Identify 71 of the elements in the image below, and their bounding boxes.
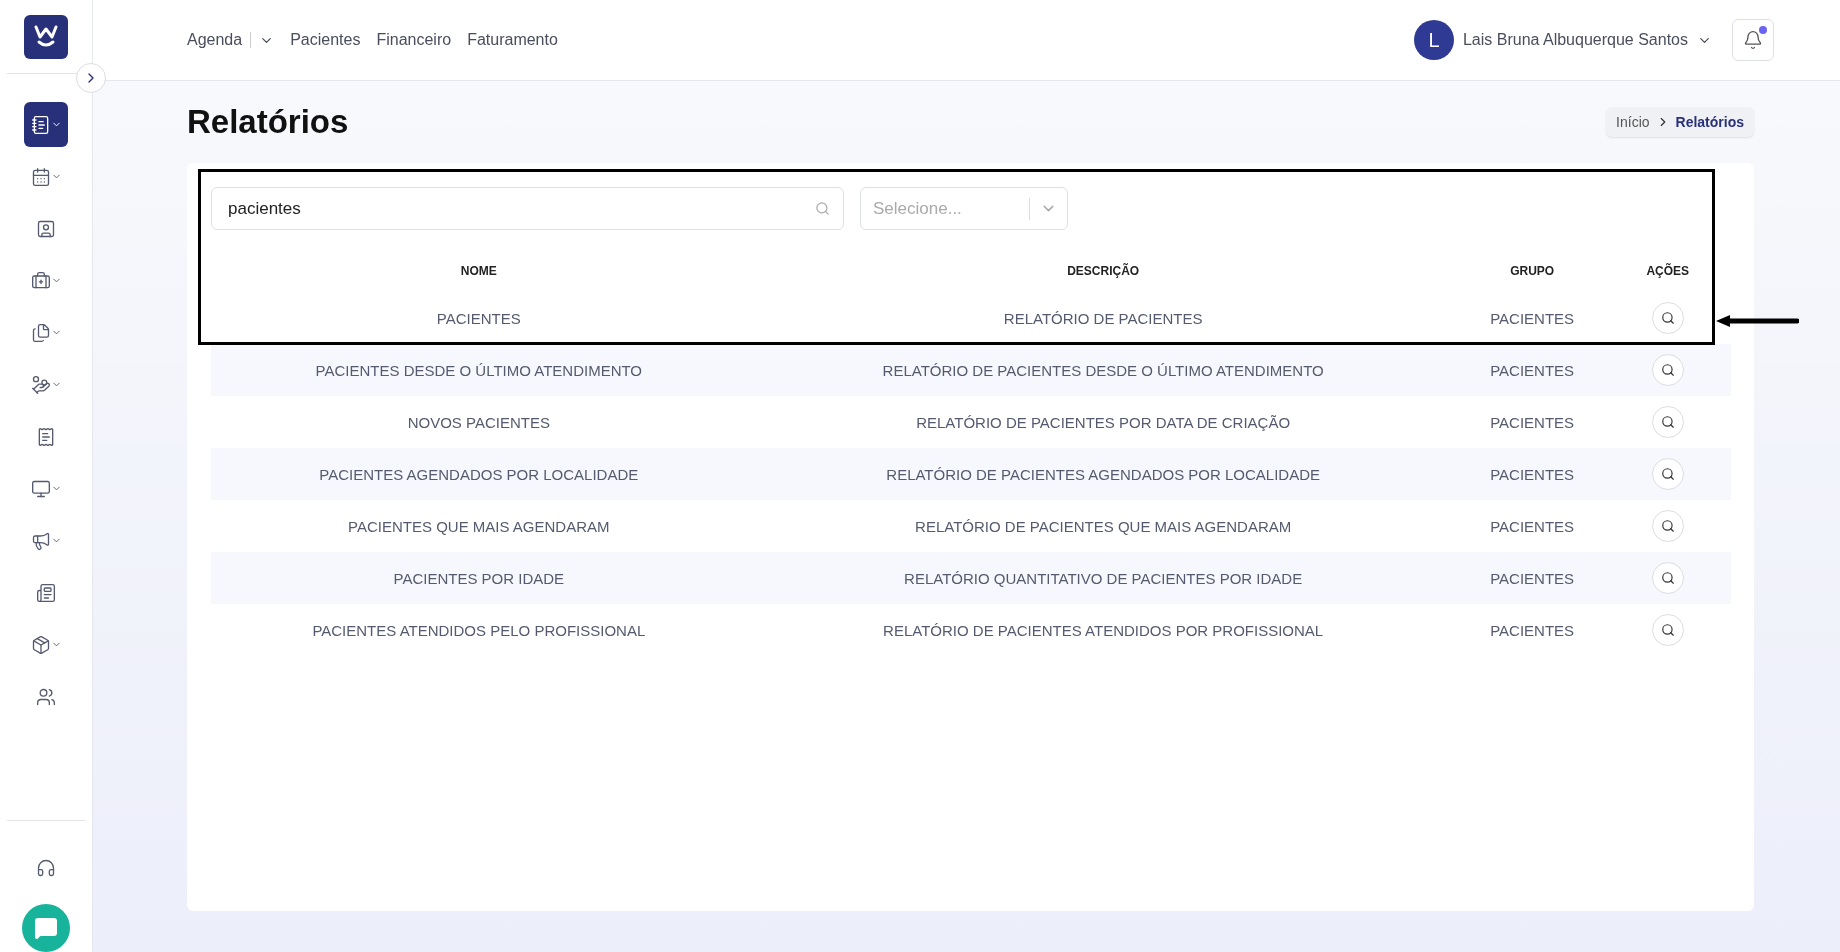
documents-icon	[30, 322, 51, 343]
table-cell: RELATÓRIO DE PACIENTES ATENDIDOS POR PROFISSIONAL	[883, 621, 1324, 639]
nav-link[interactable]: Financeiro	[376, 31, 452, 49]
user-name: Lais Bruna Albuquerque Santos	[1462, 31, 1688, 49]
search-button[interactable]	[1651, 354, 1684, 386]
notifications-button[interactable]	[1732, 19, 1774, 61]
table-cell: RELATÓRIO QUANTITATIVO DE PACIENTES POR IDADE	[904, 569, 1303, 587]
table-cell: PACIENTES	[1490, 465, 1575, 483]
search-button[interactable]	[1651, 614, 1684, 646]
search-icon	[1660, 311, 1675, 325]
table-cell: RELATÓRIO DE PACIENTES AGENDADOS POR LOCALIDADE	[886, 465, 1320, 483]
table-cell: PACIENTES	[1490, 517, 1575, 535]
search-button[interactable]	[1651, 458, 1684, 490]
table-cell: NOVOS PACIENTES	[407, 413, 550, 431]
search-icon	[1660, 415, 1675, 429]
search-button[interactable]	[1651, 406, 1684, 438]
breadcrumb-link[interactable]: Relatórios	[1675, 114, 1744, 130]
nav-link[interactable]: Agenda	[187, 31, 275, 49]
table-cell: PACIENTES	[1490, 309, 1575, 327]
table-cell: RELATÓRIO DE PACIENTES	[1003, 309, 1203, 327]
medical-case-icon	[30, 270, 51, 291]
chat-bubble-icon	[34, 916, 58, 940]
table-cell: PACIENTES QUE MAIS AGENDARAM	[348, 517, 610, 535]
search-button[interactable]	[1651, 510, 1684, 542]
table-cell: PACIENTES	[1490, 569, 1575, 587]
table-cell: RELATÓRIO DE PACIENTES QUE MAIS AGENDARAM	[915, 517, 1292, 535]
table-cell: PACIENTES	[1490, 413, 1575, 431]
table-cell: PACIENTES	[436, 309, 521, 327]
chat-button[interactable]	[22, 904, 70, 952]
table-cell: PACIENTES	[1490, 361, 1575, 379]
users-icon	[36, 686, 56, 707]
megaphone-icon	[30, 530, 51, 551]
table-cell: RELATÓRIO DE PACIENTES DESDE O ÚLTIMO ATENDIMENTO	[882, 361, 1324, 379]
user-menu[interactable]: L Lais Bruna Albuquerque Santos	[1413, 20, 1712, 60]
notebook-icon	[30, 114, 51, 135]
bell-icon	[1743, 30, 1763, 50]
search-icon	[1660, 623, 1675, 637]
page-title: Relatórios	[187, 103, 349, 141]
table-cell: PACIENTES ATENDIDOS PELO PROFISSIONAL	[312, 621, 646, 639]
calendar-icon	[30, 166, 51, 187]
package-icon	[30, 634, 51, 655]
headset-icon	[36, 857, 56, 878]
search-button[interactable]	[1651, 562, 1684, 594]
sidebar-toggle-button[interactable]	[76, 63, 106, 93]
search-field[interactable]: pacientes	[211, 187, 844, 230]
search-button[interactable]	[1651, 302, 1684, 334]
column-header: DESCRIÇÃO	[1067, 264, 1140, 278]
monitor-icon	[30, 478, 51, 499]
sidebar-item[interactable]	[24, 102, 68, 147]
nav-link[interactable]: Faturamento	[467, 31, 558, 49]
nav-link[interactable]: Pacientes	[290, 31, 361, 49]
newspaper-icon	[36, 582, 56, 603]
hand-coins-icon	[30, 374, 51, 395]
table-cell: PACIENTES AGENDADOS POR LOCALIDADE	[319, 465, 639, 483]
search-icon	[1660, 467, 1675, 481]
table-cell: PACIENTES DESDE O ÚLTIMO ATENDIMENTO	[315, 361, 643, 379]
app-logo[interactable]	[24, 15, 68, 59]
search-icon	[815, 201, 830, 216]
notification-dot	[1759, 26, 1767, 34]
contact-card-icon	[36, 218, 56, 239]
column-header: GRUPO	[1510, 264, 1555, 278]
breadcrumb-link[interactable]: Início	[1616, 114, 1650, 130]
user-avatar: L	[1413, 20, 1454, 60]
column-header: AÇÕES	[1646, 264, 1690, 278]
column-header: NOME	[460, 264, 497, 278]
table-cell: PACIENTES POR IDADE	[393, 569, 565, 587]
table-cell: PACIENTES	[1490, 621, 1575, 639]
search-icon	[1660, 571, 1675, 585]
table-cell: RELATÓRIO DE PACIENTES POR DATA DE CRIAÇÃO	[916, 413, 1291, 431]
search-icon	[1660, 363, 1675, 377]
search-icon	[1660, 519, 1675, 533]
